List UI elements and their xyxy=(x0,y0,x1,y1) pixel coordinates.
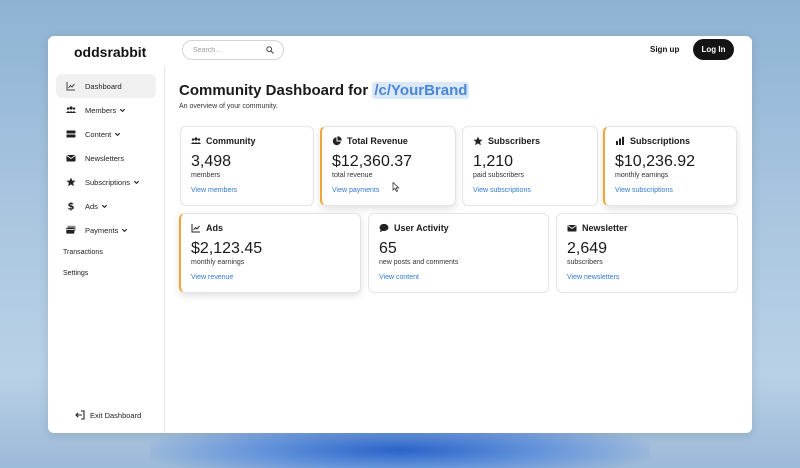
view-content-link[interactable]: View content xyxy=(379,274,419,281)
bar-chart-icon xyxy=(616,136,624,145)
sidebar-item-label: Ads xyxy=(85,201,98,211)
star-icon xyxy=(66,177,76,187)
card-subtext: subscribers xyxy=(567,259,603,266)
brand-link[interactable]: /c/YourBrand xyxy=(372,82,470,99)
sidebar-item-subscriptions[interactable]: Subscriptions xyxy=(56,170,156,194)
exit-dashboard-button[interactable]: Exit Dashboard xyxy=(75,410,141,420)
star-icon xyxy=(473,136,483,146)
page-title: Community Dashboard for /c/YourBrand xyxy=(179,82,470,99)
card-title: Subscribers xyxy=(488,136,541,146)
card-title: Ads xyxy=(206,223,224,233)
app-logo[interactable]: oddsrabbit xyxy=(74,44,146,60)
card-title: User Activity xyxy=(394,223,449,233)
search-input[interactable] xyxy=(193,46,253,54)
stat-card-newsletter: Newsletter 2,649 subscribers View newsle… xyxy=(556,213,738,293)
card-title: Total Revenue xyxy=(347,136,408,146)
page-title-prefix: Community Dashboard for xyxy=(179,82,373,99)
mouse-cursor-icon xyxy=(392,182,400,192)
chevron-down-icon xyxy=(122,228,128,232)
search-icon[interactable] xyxy=(266,46,274,54)
card-header: Ads xyxy=(191,223,223,233)
chevron-down-icon xyxy=(101,204,108,208)
view-newsletters-link[interactable]: View newsletters xyxy=(567,274,619,281)
card-subtext: monthly earnings xyxy=(191,259,245,266)
card-subtext: total revenue xyxy=(332,172,373,179)
sidebar-item-label: Subscriptions xyxy=(85,177,131,187)
card-value: 2,649 xyxy=(567,240,608,257)
users-icon xyxy=(191,137,201,144)
sidebar-item-dashboard[interactable]: Dashboard xyxy=(56,74,156,98)
dollar-icon: $ xyxy=(66,201,76,211)
card-subtext: new posts and comments xyxy=(379,259,459,266)
sidebar-item-settings[interactable]: Settings xyxy=(63,270,88,277)
envelope-icon xyxy=(66,153,76,163)
view-subscriptions-link[interactable]: View subscriptions xyxy=(615,187,673,194)
card-subtext: monthly earnings xyxy=(615,172,669,179)
chart-line-icon xyxy=(191,224,200,233)
card-header: Newsletter xyxy=(567,223,628,233)
card-subtext: members xyxy=(191,172,221,179)
card-value: $10,236.92 xyxy=(615,153,696,170)
stat-card-community: Community 3,498 members View members xyxy=(180,126,314,206)
card-subtext: paid subscribers xyxy=(473,172,524,179)
comment-icon xyxy=(379,223,389,233)
card-header: User Activity xyxy=(379,223,449,233)
view-subscriptions-link[interactable]: View subscriptions xyxy=(473,187,531,194)
pie-chart-icon xyxy=(332,136,342,146)
card-value: 1,210 xyxy=(473,153,514,170)
sidebar-item-ads[interactable]: $ Ads xyxy=(56,194,156,218)
sidebar-item-newsletters[interactable]: Newsletters xyxy=(56,146,156,170)
card-title: Subscriptions xyxy=(630,136,691,146)
card-header: Subscribers xyxy=(473,136,540,146)
signup-button[interactable]: Sign up xyxy=(650,45,679,54)
card-value: $12,360.37 xyxy=(332,153,413,170)
card-title: Community xyxy=(206,136,256,146)
sidebar-item-payments[interactable]: Payments xyxy=(56,218,156,242)
card-title: Newsletter xyxy=(582,223,628,233)
sidebar-item-label: Newsletters xyxy=(85,153,125,163)
stat-card-user-activity: User Activity 65 new posts and comments … xyxy=(368,213,549,293)
page-subtitle: An overview of your community. xyxy=(179,103,278,110)
view-payments-link[interactable]: View payments xyxy=(332,187,379,194)
sidebar-item-transactions[interactable]: Transactions xyxy=(63,249,103,256)
sidebar-item-label: Dashboard xyxy=(85,81,122,91)
view-members-link[interactable]: View members xyxy=(191,187,237,194)
view-revenue-link[interactable]: View revenue xyxy=(191,274,233,281)
card-value: 65 xyxy=(379,240,397,257)
card-header: Subscriptions xyxy=(615,136,690,146)
sidebar-item-label: Payments xyxy=(85,225,119,235)
card-header: Community xyxy=(191,136,256,146)
chevron-down-icon xyxy=(133,180,140,184)
chevron-down-icon xyxy=(120,108,126,112)
chevron-down-icon xyxy=(115,132,121,136)
stat-card-ads: Ads $2,123.45 monthly earnings View reve… xyxy=(179,213,361,293)
sidebar-item-members[interactable]: Members xyxy=(56,98,156,122)
users-icon xyxy=(66,105,76,115)
stat-card-subscriptions: Subscriptions $10,236.92 monthly earning… xyxy=(603,126,737,206)
chart-line-icon xyxy=(66,81,76,91)
card-value: 3,498 xyxy=(191,153,232,170)
card-value: $2,123.45 xyxy=(191,240,263,257)
stat-card-subscribers: Subscribers 1,210 paid subscribers View … xyxy=(462,126,598,206)
stat-card-total-revenue: Total Revenue $12,360.37 total revenue V… xyxy=(320,126,456,206)
top-bar: oddsrabbit Sign up Log In xyxy=(48,36,752,66)
sidebar-item-label: Members xyxy=(85,105,117,115)
app-window: oddsrabbit Sign up Log In Dashboard Memb… xyxy=(48,36,752,433)
sidebar: Dashboard Members Content Newsletters Su… xyxy=(48,66,165,433)
card-header: Total Revenue xyxy=(332,136,408,146)
exit-icon xyxy=(75,410,85,420)
login-button[interactable]: Log In xyxy=(693,39,734,60)
sidebar-item-label: Content xyxy=(85,129,112,139)
exit-dashboard-label: Exit Dashboard xyxy=(90,410,142,420)
svg-text:$: $ xyxy=(68,202,75,211)
search-box[interactable] xyxy=(182,40,284,60)
envelope-icon xyxy=(567,225,577,232)
content-icon xyxy=(66,129,76,139)
sidebar-item-content[interactable]: Content xyxy=(56,122,156,146)
payments-icon xyxy=(66,225,76,235)
